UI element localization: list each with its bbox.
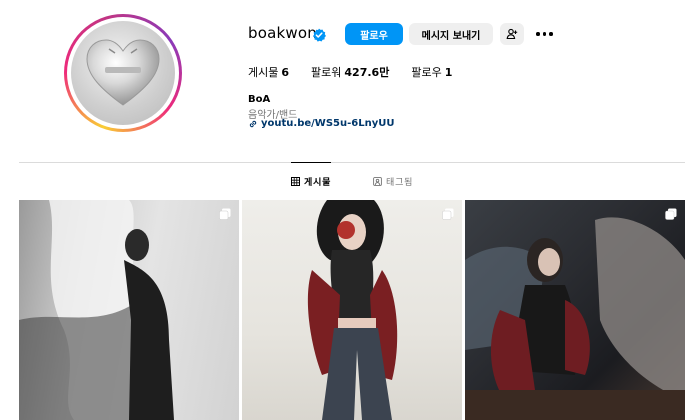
tab-posts[interactable]: 게시물: [291, 175, 331, 188]
followers-label: 팔로워: [311, 66, 342, 79]
tabs-divider: [19, 162, 685, 163]
avatar-gap: [67, 17, 179, 129]
grid-icon: [291, 177, 300, 186]
tab-tagged[interactable]: 태그됨: [373, 175, 413, 188]
following-count[interactable]: 팔로우 1: [411, 64, 452, 80]
more-options-icon[interactable]: [536, 27, 554, 41]
post-tile-2[interactable]: [242, 200, 462, 420]
message-button[interactable]: 메시지 보내기: [409, 23, 493, 45]
bio-link-text: youtu.be/WS5u-6LnyUU: [261, 118, 395, 129]
followers-value: 427.6만: [344, 66, 390, 79]
heart-pendant-image: [86, 39, 160, 106]
posts-value: 6: [281, 66, 290, 79]
profile-avatar-ring[interactable]: [64, 14, 182, 132]
tab-tagged-label: 태그됨: [386, 178, 414, 188]
multiple-posts-icon: [219, 208, 231, 220]
profile-stats: 게시물 6 팔로워 427.6만 팔로우 1: [248, 64, 474, 80]
post-tile-1[interactable]: [19, 200, 239, 420]
add-person-icon: [506, 28, 518, 40]
tab-posts-label: 게시물: [304, 178, 332, 188]
link-icon: [249, 120, 257, 127]
bio-link[interactable]: youtu.be/WS5u-6LnyUU: [248, 118, 394, 129]
bio-name: BoA: [248, 94, 271, 105]
active-tab-indicator: [291, 162, 331, 163]
post-tile-3[interactable]: [465, 200, 685, 420]
multiple-posts-icon: [442, 208, 454, 220]
following-label: 팔로우: [411, 66, 442, 79]
follow-button[interactable]: 팔로우: [345, 23, 403, 45]
profile-username[interactable]: boakwon: [248, 24, 317, 42]
posts-label: 게시물: [248, 66, 279, 79]
verified-badge-icon: [313, 28, 326, 42]
multiple-posts-icon: [665, 208, 677, 220]
followers-count[interactable]: 팔로워 427.6만: [311, 64, 389, 80]
post-photo-1: [19, 200, 174, 420]
posts-count: 게시물 6: [248, 64, 289, 80]
post-photo-3: [465, 217, 685, 420]
following-value: 1: [444, 66, 453, 79]
tagged-icon: [373, 177, 382, 186]
avatar[interactable]: [71, 21, 175, 125]
post-photo-2: [307, 200, 398, 420]
suggest-users-button[interactable]: [500, 23, 524, 45]
